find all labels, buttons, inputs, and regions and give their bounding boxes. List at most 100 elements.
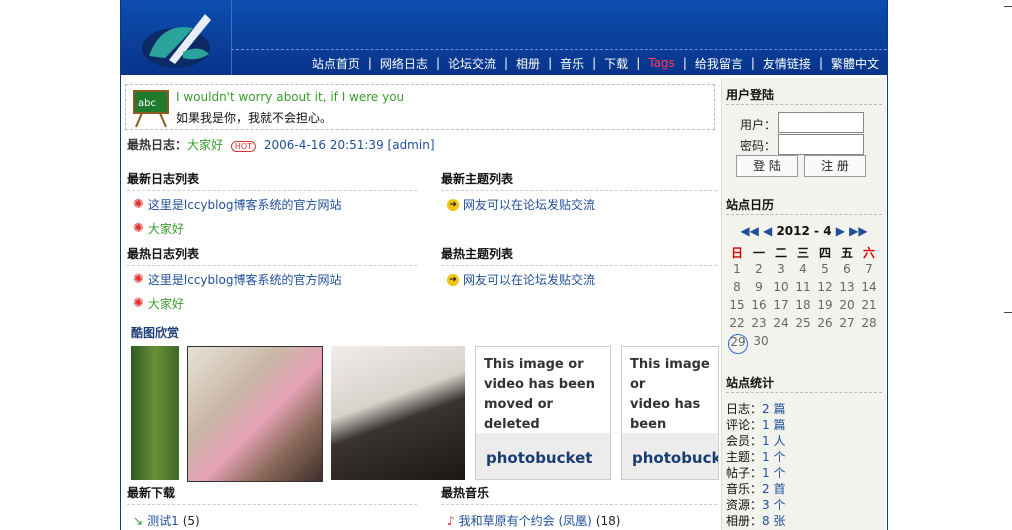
list-item[interactable]: ♪ 我和草原有个约会 (凤凰) (18) (447, 512, 621, 529)
calendar-day[interactable]: 22 (726, 316, 748, 334)
calendar-day[interactable]: 12 (814, 280, 836, 298)
hot-log-author[interactable]: [admin] (388, 138, 435, 152)
nav-traditional-chinese[interactable]: 繁體中文 (823, 55, 887, 72)
calendar-day[interactable]: 19 (814, 298, 836, 316)
calendar-day[interactable]: 27 (836, 316, 858, 334)
next-year-icon[interactable]: ▶▶ (849, 224, 867, 238)
list-item[interactable]: ➜ 网友可以在论坛发贴交流 (447, 196, 595, 213)
next-month-icon[interactable]: ▶ (836, 224, 845, 238)
calendar-weekday: 日 (730, 246, 743, 260)
hot-topic-link[interactable]: 网友可以在论坛发贴交流 (463, 271, 595, 288)
prev-year-icon[interactable]: ◀◀ (740, 224, 758, 238)
hot-topics-heading: 最热主题列表 (441, 245, 717, 266)
music-note-icon: ♪ (447, 513, 455, 528)
calendar-day[interactable]: 25 (792, 316, 814, 334)
nav-download[interactable]: 下载 (596, 55, 636, 72)
calendar-grid: 日一二三四五六 1 2 3 4 5 6 7 8 9 10 11 12 13 14 15 16 17 18 19 20 21… (726, 244, 882, 354)
calendar-day[interactable]: 14 (858, 280, 880, 298)
password-input[interactable] (778, 134, 864, 155)
prev-month-icon[interactable]: ◀ (763, 224, 772, 238)
arrow-right-icon: ➜ (447, 198, 459, 211)
calendar-day[interactable]: 20 (836, 298, 858, 316)
daily-quote: abc I wouldn't worry about it, if I were… (125, 84, 715, 130)
gallery-thumb[interactable] (131, 346, 179, 480)
calendar-day[interactable]: 30 (750, 334, 772, 352)
list-item[interactable]: ✺ 大家好 (133, 220, 184, 237)
calendar-day[interactable]: 4 (792, 262, 814, 280)
calendar-day[interactable]: 15 (726, 298, 748, 316)
list-item[interactable]: ✺ 这里是lccyblog博客系统的官方网站 (133, 271, 341, 288)
quote-chinese: 如果我是你，我就不会担心。 (176, 111, 333, 125)
list-item[interactable]: ✺ 这里是lccyblog博客系统的官方网站 (133, 196, 341, 213)
nav-links[interactable]: 友情链接 (755, 55, 819, 72)
hot-log-link[interactable]: 大家好 (148, 295, 184, 312)
calendar-day[interactable]: 5 (814, 262, 836, 280)
nav-home[interactable]: 站点首页 (304, 55, 368, 72)
nav-forum[interactable]: 论坛交流 (440, 55, 504, 72)
calendar-weekday: 四 (818, 246, 831, 260)
nav-album[interactable]: 相册 (508, 55, 548, 72)
download-link[interactable]: 测试1 (147, 512, 179, 529)
calendar-day[interactable]: 8 (726, 280, 748, 298)
sun-bullet-icon: ✺ (133, 197, 144, 212)
list-item[interactable]: ↘ 测试1 (5) (133, 512, 200, 529)
list-item[interactable]: ✺ 大家好 (133, 295, 184, 312)
calendar-day[interactable]: 26 (814, 316, 836, 334)
nav-tags[interactable]: Tags (640, 56, 683, 70)
gallery-thumb[interactable] (187, 346, 323, 482)
missing-image-placeholder[interactable]: This image orvideo has beenmoved or dele… (475, 346, 611, 480)
calendar-day (816, 334, 838, 352)
calendar-day[interactable]: 10 (770, 280, 792, 298)
hot-log-title[interactable]: 大家好 (187, 138, 223, 152)
calendar-day[interactable]: 18 (792, 298, 814, 316)
hot-log-label: 最热日志： (127, 138, 188, 152)
nav-music[interactable]: 音乐 (552, 55, 592, 72)
stat-row: 音乐：2 首 (726, 482, 786, 496)
calendar-day[interactable]: 24 (770, 316, 792, 334)
missing-image-placeholder[interactable]: This image orvideo has beenmoved or dele… (621, 346, 719, 480)
calendar-day (838, 334, 860, 352)
photobucket-logo: photobucket (486, 449, 593, 467)
calendar-day[interactable]: 9 (748, 280, 770, 298)
latest-topic-link[interactable]: 网友可以在论坛发贴交流 (463, 196, 595, 213)
list-item[interactable]: ➜ 网友可以在论坛发贴交流 (447, 271, 595, 288)
calendar-day[interactable]: 2 (748, 262, 770, 280)
scrollbar-mark (1004, 6, 1012, 7)
latest-topics-heading: 最新主题列表 (441, 170, 717, 191)
calendar-day[interactable]: 3 (770, 262, 792, 280)
calendar-day[interactable]: 7 (858, 262, 880, 280)
calendar-day[interactable]: 16 (748, 298, 770, 316)
calendar-day[interactable]: 1 (726, 262, 748, 280)
calendar-day[interactable]: 11 (792, 280, 814, 298)
nav-guestbook[interactable]: 给我留言 (687, 55, 751, 72)
sun-bullet-icon: ✺ (133, 296, 144, 311)
calendar-day[interactable]: 23 (748, 316, 770, 334)
calendar-month: 2012 - 4 (776, 224, 832, 238)
hot-music-heading: 最热音乐 (441, 484, 717, 505)
hot-log-date: 2006-4-16 20:51:39 (263, 138, 384, 152)
site-logo[interactable] (121, 0, 232, 75)
stat-row: 评论：1 篇 (726, 418, 786, 432)
calendar-day[interactable]: 17 (770, 298, 792, 316)
latest-logs-heading: 最新日志列表 (127, 170, 417, 191)
calendar-day[interactable]: 21 (858, 298, 880, 316)
hot-log-link[interactable]: 这里是lccyblog博客系统的官方网站 (148, 271, 342, 288)
username-input[interactable] (778, 112, 864, 133)
latest-log-link[interactable]: 大家好 (148, 220, 184, 237)
music-link[interactable]: 我和草原有个约会 (凤凰) (459, 512, 592, 529)
quote-english: I wouldn't worry about it, if I were you (176, 90, 405, 104)
stat-row: 资源：3 个 (726, 498, 786, 512)
calendar-day[interactable]: 6 (836, 262, 858, 280)
stat-row: 相册：8 张 (726, 514, 786, 528)
hot-logs-heading: 最热日志列表 (127, 245, 417, 266)
gallery-thumb[interactable] (331, 346, 465, 480)
calendar-day[interactable]: 29 (728, 334, 748, 354)
photobucket-logo: photobucket (632, 449, 718, 467)
latest-log-link[interactable]: 这里是lccyblog博客系统的官方网站 (148, 196, 342, 213)
calendar-day[interactable]: 13 (836, 280, 858, 298)
calendar-weekday: 三 (796, 246, 809, 260)
nav-blog[interactable]: 网络日志 (372, 55, 436, 72)
login-button[interactable]: 登 陆 (736, 155, 798, 177)
calendar-day[interactable]: 28 (858, 316, 880, 334)
register-button[interactable]: 注 册 (804, 155, 866, 177)
